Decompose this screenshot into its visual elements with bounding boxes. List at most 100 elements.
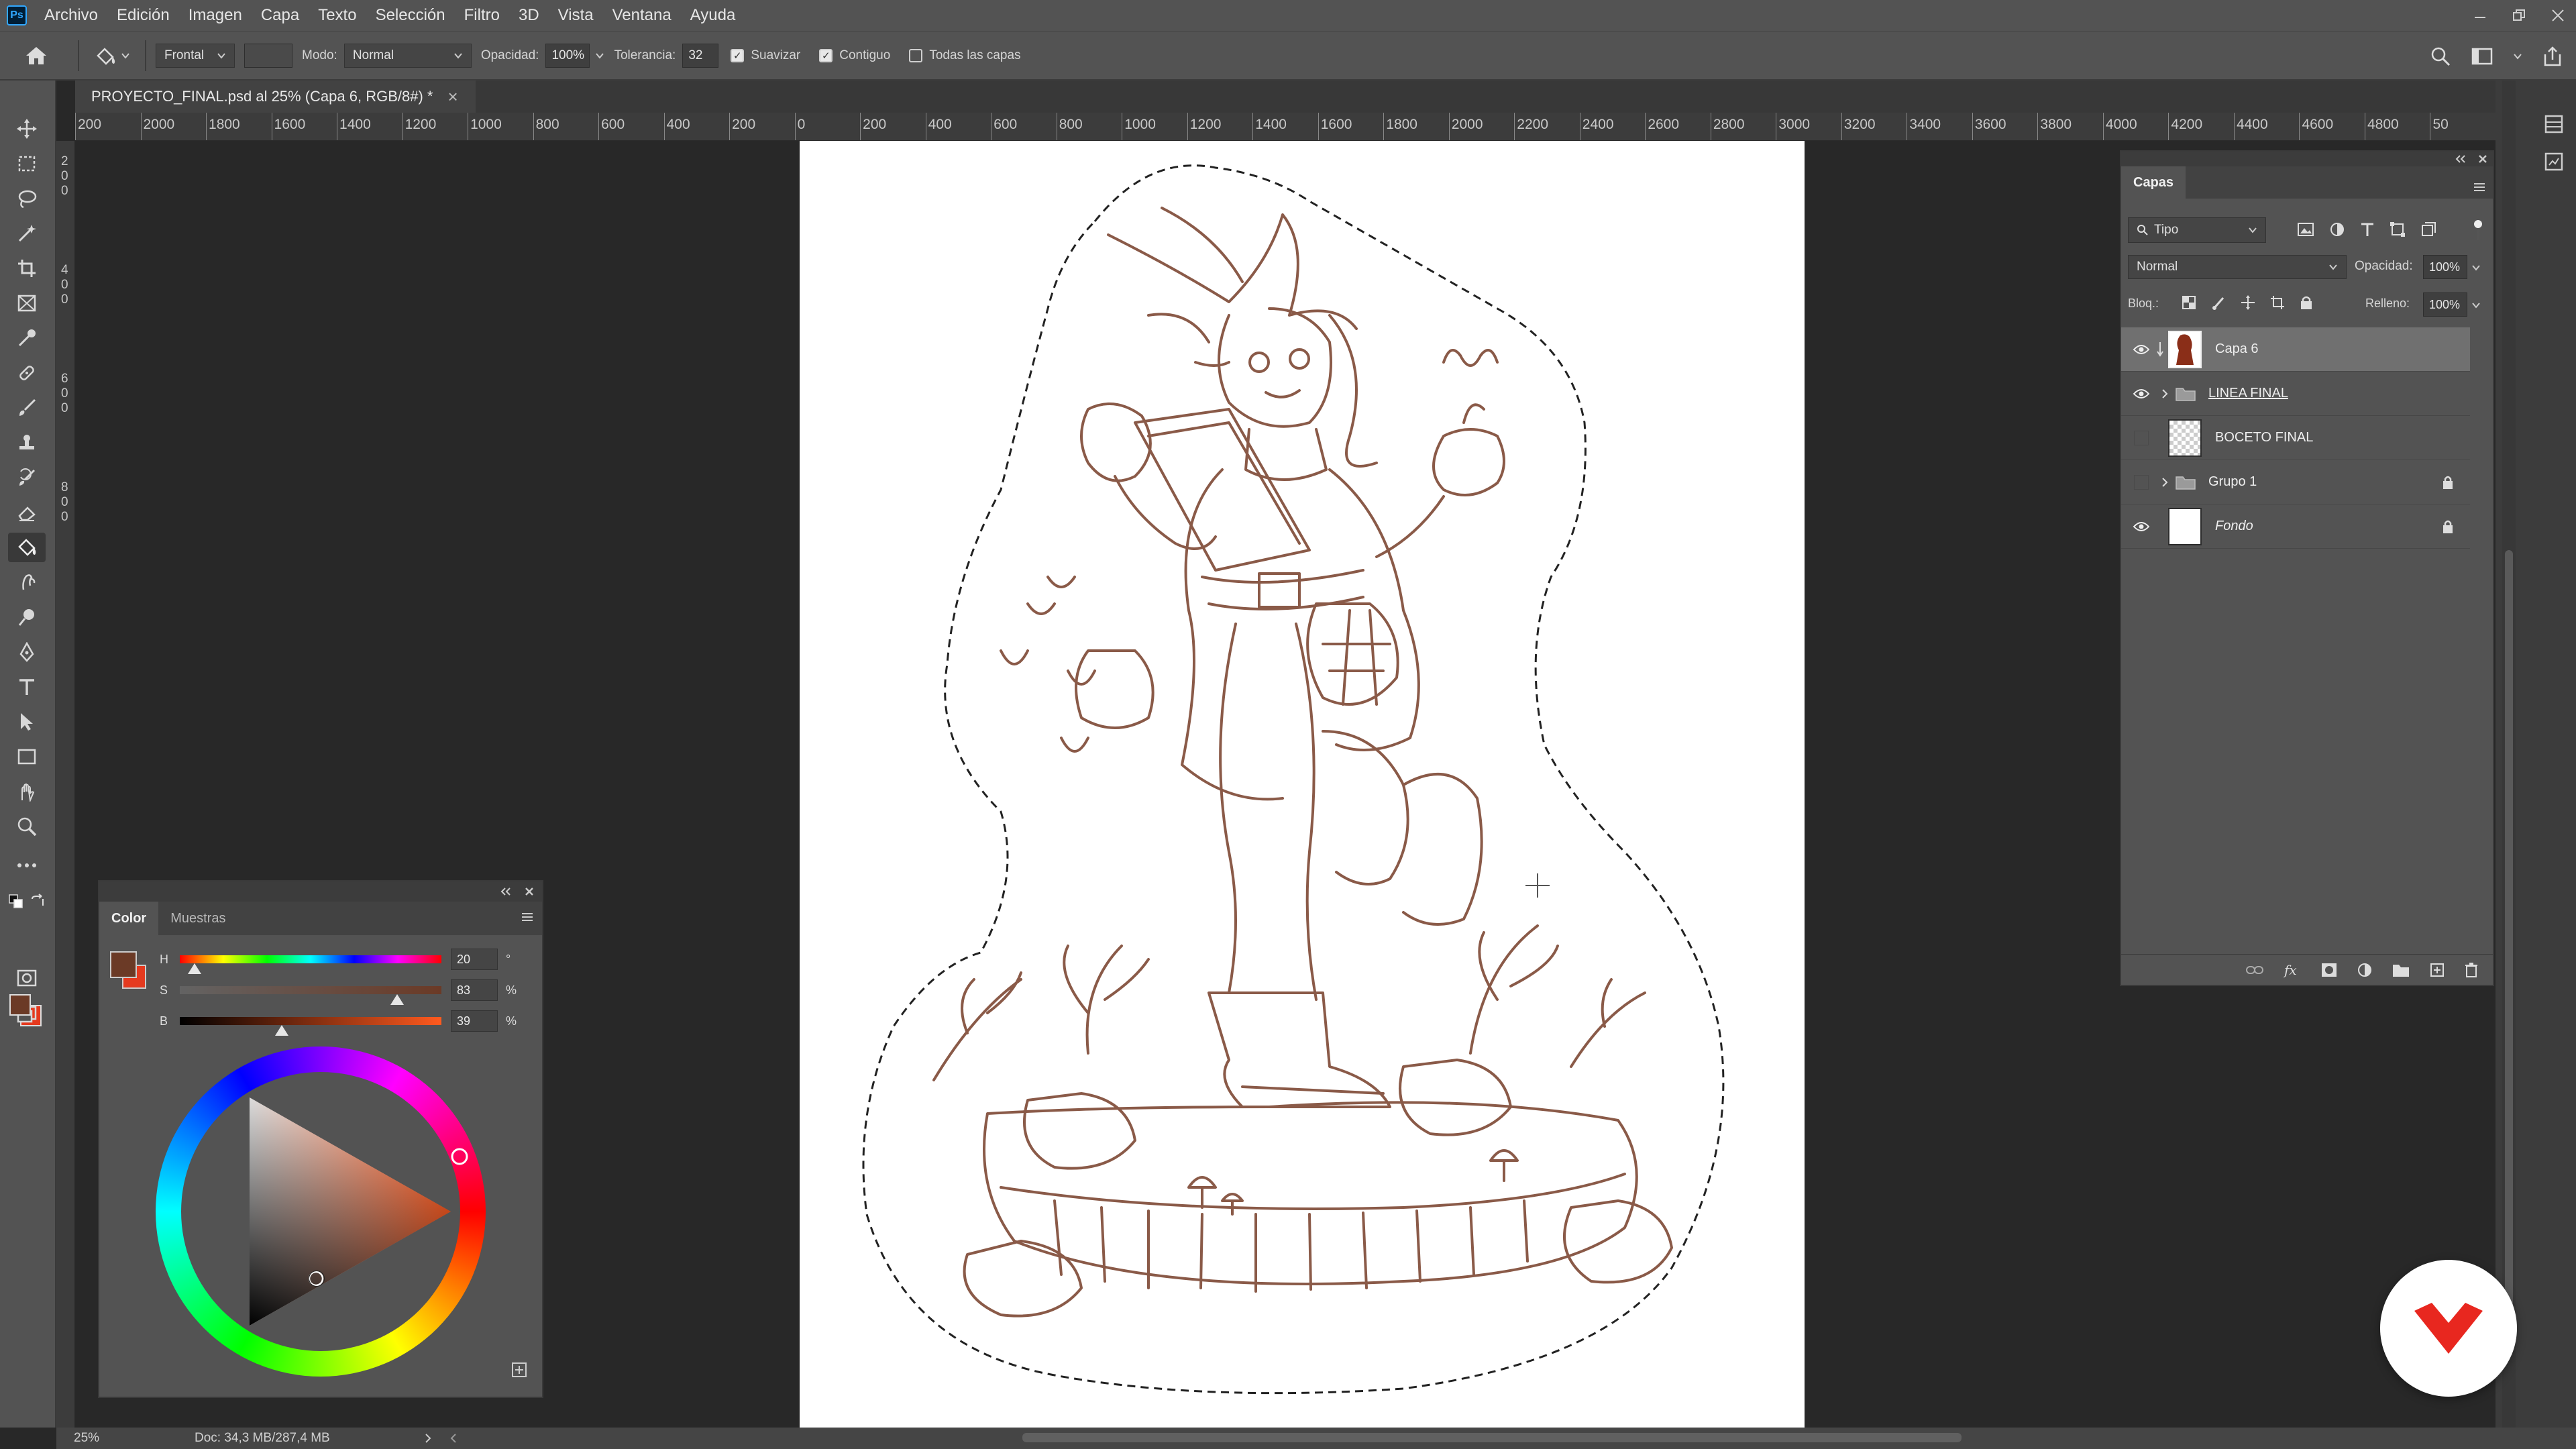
search-icon[interactable] [2430,46,2451,67]
close-window-icon[interactable] [2551,8,2565,23]
new-group-icon[interactable] [2392,963,2410,977]
color-triangle[interactable] [156,1046,486,1377]
hand-tool[interactable] [8,777,46,806]
menu-imagen[interactable]: Imagen [179,6,252,25]
blend-mode-select[interactable]: Normal [2128,255,2347,279]
pen-tool[interactable] [8,637,46,667]
layer-row[interactable]: Grupo 1 [2121,460,2470,504]
menu-vista[interactable]: Vista [549,6,603,25]
layer-visibility-toggle[interactable] [2121,521,2161,532]
chevron-down-icon[interactable] [2471,264,2481,271]
path-selection-tool[interactable] [8,707,46,737]
color-wheel[interactable] [156,1046,486,1377]
lock-transparent-icon[interactable] [2182,295,2196,310]
collapse-panel-icon[interactable] [500,887,511,896]
eraser-tool[interactable] [8,498,46,527]
color-panel-header[interactable] [99,881,542,902]
magic-wand-tool[interactable] [8,219,46,248]
filter-shape-icon[interactable] [2390,221,2406,237]
hue-slider-thumb[interactable] [187,963,201,974]
swap-colors-icon[interactable] [30,894,46,910]
menu-capa[interactable]: Capa [252,6,309,25]
filter-adjustment-icon[interactable] [2329,221,2345,237]
document-tab[interactable]: PROYECTO_FINAL.psd al 25% (Capa 6, RGB/8… [75,80,476,113]
menu-ayuda[interactable]: Ayuda [681,6,745,25]
type-tool[interactable] [8,672,46,702]
filter-smart-object-icon[interactable] [2420,221,2436,237]
move-tool[interactable] [8,114,46,144]
more-tools[interactable] [8,851,46,880]
lock-pixels-icon[interactable] [2211,295,2226,310]
tolerance-input[interactable]: 32 [682,43,719,68]
tool-preset-picker[interactable] [89,39,136,72]
menu-ventana[interactable]: Ventana [603,6,681,25]
menu-archivo[interactable]: Archivo [35,6,107,25]
filter-pixel-icon[interactable] [2297,221,2314,237]
lasso-tool[interactable] [8,184,46,213]
zoom-level[interactable]: 25% [74,1431,134,1446]
zoom-tool[interactable] [8,812,46,841]
layer-visibility-toggle[interactable] [2121,388,2161,399]
opacity-input[interactable]: 100% [545,43,590,68]
add-mask-icon[interactable] [2321,963,2337,977]
home-button[interactable] [19,38,54,73]
tab-muestras[interactable]: Muestras [158,902,237,935]
layer-visibility-toggle[interactable] [2121,344,2161,355]
history-brush-tool[interactable] [8,463,46,492]
smudge-tool[interactable] [8,568,46,597]
hue-slider[interactable] [180,955,441,974]
healing-brush-tool[interactable] [8,358,46,388]
panel-menu-icon[interactable] [2473,181,2486,193]
chevron-down-icon[interactable] [2513,53,2522,60]
dodge-tool[interactable] [8,602,46,632]
brightness-value[interactable]: 39 [451,1010,498,1032]
trash-icon[interactable] [2465,962,2478,978]
chevron-down-icon[interactable] [2471,302,2481,309]
contiguous-checkbox[interactable]: ✓ [819,48,833,62]
vertical-scrollbar[interactable] [2502,80,2516,1428]
menu-3d[interactable]: 3D [509,6,549,25]
workspace-icon[interactable] [2471,47,2493,66]
brush-tool[interactable] [8,393,46,423]
mode-select[interactable]: Normal [343,43,472,68]
panel-foreground-swatch[interactable] [110,951,137,978]
properties-panel-icon[interactable] [2544,114,2564,134]
share-icon[interactable] [2542,46,2563,66]
menu-filtro[interactable]: Filtro [455,6,509,25]
document-canvas[interactable] [800,141,1805,1428]
link-layers-icon[interactable] [2246,965,2263,975]
hue-value[interactable]: 20 [451,949,498,970]
layer-visibility-toggle[interactable] [2121,430,2161,445]
minimize-icon[interactable] [2473,8,2487,23]
saturation-slider[interactable] [180,986,441,1005]
fill-source-select[interactable]: Frontal [156,43,235,68]
layer-row[interactable]: LINEA FINAL [2121,372,2470,416]
filter-toggle-icon[interactable] [2471,219,2485,241]
saturation-slider-thumb[interactable] [390,994,404,1005]
menu-edicion[interactable]: Edición [107,6,179,25]
crop-tool[interactable] [8,254,46,283]
chevron-right-icon[interactable] [424,1433,432,1444]
lock-all-icon[interactable] [2300,295,2313,310]
lock-position-icon[interactable] [2241,295,2255,310]
brightness-slider-thumb[interactable] [275,1025,289,1036]
chevron-right-icon[interactable] [2161,388,2168,399]
antialias-checkbox[interactable]: ✓ [731,48,745,62]
stamp-tool[interactable] [8,428,46,458]
new-layer-icon[interactable] [2430,963,2445,977]
all-layers-checkbox[interactable] [909,48,923,62]
fill-input[interactable]: 100% [2423,292,2467,317]
paint-bucket-tool[interactable] [8,533,46,562]
brightness-slider[interactable] [180,1017,441,1036]
panel-menu-icon[interactable] [521,911,534,923]
filter-type-icon[interactable] [2360,221,2375,237]
pattern-picker[interactable] [244,43,292,68]
fx-icon[interactable]: fx [2284,963,2301,977]
layer-opacity-input[interactable]: 100% [2423,255,2467,279]
layer-row[interactable]: Capa 6 [2121,327,2470,372]
frame-tool[interactable] [8,288,46,318]
menu-seleccion[interactable]: Selección [366,6,455,25]
default-colors-icon[interactable] [8,894,24,910]
foreground-color-swatch[interactable] [9,994,31,1016]
close-panel-icon[interactable] [525,887,534,896]
